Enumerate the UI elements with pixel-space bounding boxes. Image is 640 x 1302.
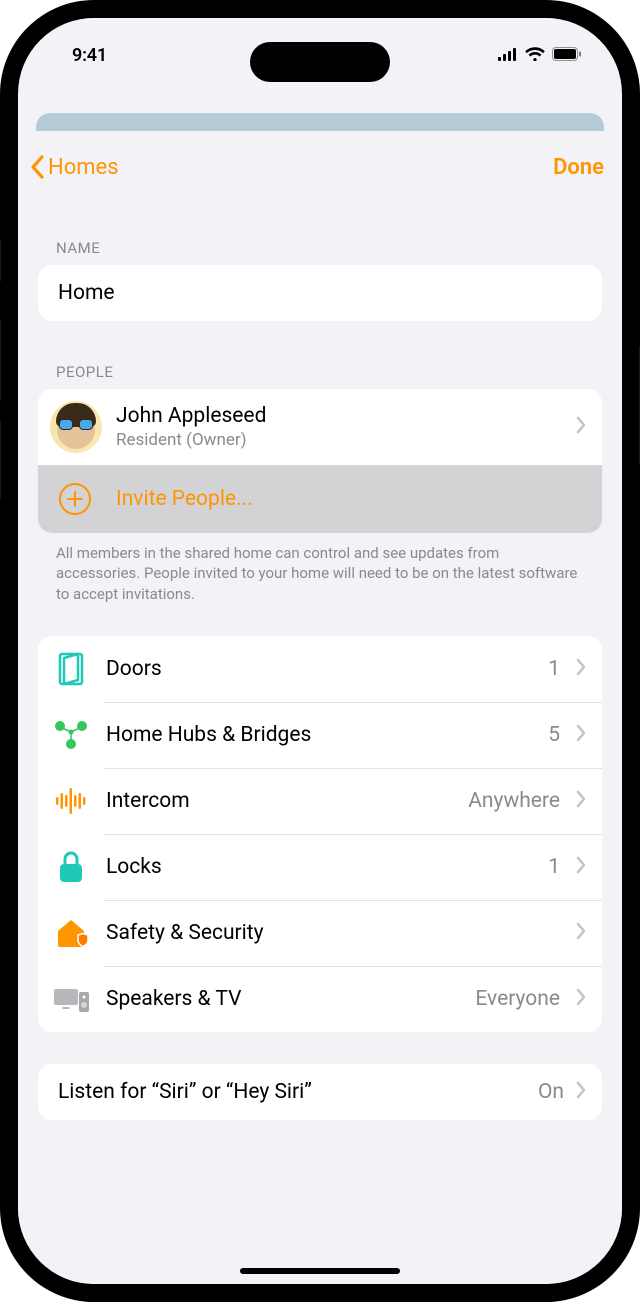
- speakers-tv-icon: [52, 980, 90, 1018]
- avatar: [50, 401, 102, 453]
- safety-icon: [52, 914, 90, 952]
- row-doors[interactable]: Doors 1: [38, 636, 602, 702]
- settings-sheet: Homes Done NAME PEOPLE: [18, 131, 622, 1284]
- lock-icon: [52, 848, 90, 886]
- home-name-input[interactable]: [38, 265, 602, 321]
- content: NAME PEOPLE John Appleseed: [18, 203, 622, 1120]
- name-section-header: NAME: [38, 203, 602, 265]
- row-value: 1: [548, 657, 560, 681]
- done-button[interactable]: Done: [553, 155, 604, 180]
- row-label: Home Hubs & Bridges: [106, 723, 532, 747]
- cellular-icon: [498, 46, 518, 65]
- dynamic-island: [250, 42, 390, 82]
- intercom-icon: [52, 782, 90, 820]
- chevron-right-icon: [576, 1081, 586, 1103]
- person-name: John Appleseed: [116, 403, 562, 429]
- wifi-icon: [525, 46, 545, 65]
- side-button: [0, 420, 1, 500]
- screen: 9:41 Homes: [18, 18, 622, 1284]
- siri-card: Listen for “Siri” or “Hey Siri” On: [38, 1064, 602, 1120]
- chevron-left-icon: [28, 153, 46, 181]
- plus-icon: [57, 481, 93, 517]
- row-speakers-tv[interactable]: Speakers & TV Everyone: [38, 966, 602, 1032]
- accessories-card: Doors 1 Home Hubs & Bridges 5: [38, 636, 602, 1032]
- nav-bar: Homes Done: [18, 131, 622, 203]
- device-frame: 9:41 Homes: [0, 0, 640, 1302]
- chevron-right-icon: [576, 724, 586, 746]
- status-icons: [498, 46, 582, 65]
- row-value: 1: [548, 855, 560, 879]
- side-button: [0, 320, 1, 400]
- row-safety-security[interactable]: Safety & Security: [38, 900, 602, 966]
- siri-row[interactable]: Listen for “Siri” or “Hey Siri” On: [38, 1064, 602, 1120]
- person-row[interactable]: John Appleseed Resident (Owner): [38, 389, 602, 465]
- people-footer-text: All members in the shared home can contr…: [38, 533, 602, 604]
- row-label: Safety & Security: [106, 921, 544, 945]
- side-button: [0, 240, 1, 282]
- row-home-hubs[interactable]: Home Hubs & Bridges 5: [38, 702, 602, 768]
- row-value: Everyone: [475, 987, 560, 1011]
- people-card: John Appleseed Resident (Owner) Invite P…: [38, 389, 602, 533]
- row-value: 5: [548, 723, 560, 747]
- invite-people-button[interactable]: Invite People...: [38, 465, 602, 533]
- row-label: Doors: [106, 657, 532, 681]
- chevron-right-icon: [576, 416, 586, 438]
- row-label: Intercom: [106, 789, 452, 813]
- hub-icon: [52, 716, 90, 754]
- people-section-header: PEOPLE: [38, 321, 602, 389]
- row-value: Anywhere: [468, 789, 560, 813]
- chevron-right-icon: [576, 988, 586, 1010]
- person-role: Resident (Owner): [116, 430, 562, 451]
- row-label: Speakers & TV: [106, 987, 459, 1011]
- chevron-right-icon: [576, 922, 586, 944]
- person-info: John Appleseed Resident (Owner): [116, 403, 562, 451]
- chevron-right-icon: [576, 658, 586, 680]
- siri-label: Listen for “Siri” or “Hey Siri”: [58, 1080, 526, 1104]
- door-icon: [52, 650, 90, 688]
- home-indicator[interactable]: [240, 1268, 400, 1274]
- chevron-right-icon: [576, 856, 586, 878]
- siri-value: On: [538, 1080, 564, 1104]
- back-button[interactable]: Homes: [28, 153, 119, 181]
- invite-label: Invite People...: [116, 487, 253, 511]
- row-locks[interactable]: Locks 1: [38, 834, 602, 900]
- name-card: [38, 265, 602, 321]
- row-intercom[interactable]: Intercom Anywhere: [38, 768, 602, 834]
- row-label: Locks: [106, 855, 532, 879]
- battery-icon: [552, 46, 582, 65]
- status-time: 9:41: [72, 45, 107, 66]
- back-label: Homes: [48, 155, 119, 180]
- chevron-right-icon: [576, 790, 586, 812]
